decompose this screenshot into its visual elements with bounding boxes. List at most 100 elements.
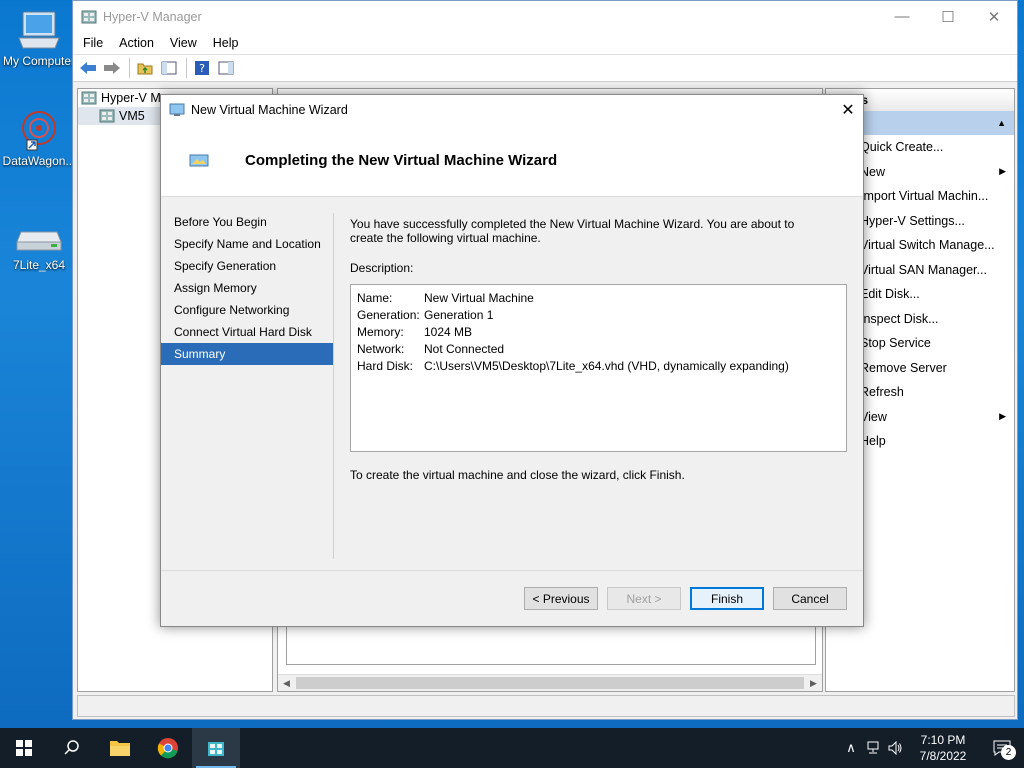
wizard-buttons: < Previous Next > Finish Cancel — [515, 587, 847, 610]
scroll-right-icon[interactable]: ▶ — [805, 675, 822, 692]
up-folder-icon[interactable] — [134, 57, 156, 79]
toolbar-separator — [186, 58, 187, 78]
finish-button[interactable]: Finish — [690, 587, 764, 610]
menu-view[interactable]: View — [162, 36, 205, 50]
menu-bar: File Action View Help — [73, 32, 1017, 54]
search-button[interactable] — [48, 728, 96, 768]
notification-badge: 2 — [1001, 745, 1016, 760]
chrome-icon — [157, 738, 178, 759]
action-label: View — [860, 409, 887, 424]
step-connect-virtual-hard-disk[interactable]: Connect Virtual Hard Disk — [161, 321, 333, 343]
hyperv-app-icon — [81, 9, 97, 25]
toolbar-separator — [129, 58, 130, 78]
menu-help[interactable]: Help — [205, 36, 247, 50]
action-label: Refresh — [860, 385, 904, 400]
desktop-icon-my-computer[interactable]: My Computer — [2, 8, 76, 68]
action-label: Inspect Disk... — [860, 311, 939, 326]
taskbar-file-explorer[interactable] — [96, 728, 144, 768]
action-center-button[interactable]: 2 — [980, 728, 1024, 768]
folder-icon — [110, 741, 130, 756]
step-assign-memory[interactable]: Assign Memory — [161, 277, 333, 299]
next-button[interactable]: Next > — [607, 587, 681, 610]
show-action-pane-icon[interactable] — [215, 57, 237, 79]
close-button[interactable]: ✕ — [971, 1, 1017, 32]
show-hidden-icons-chevron-icon[interactable]: ∧ — [840, 728, 862, 768]
desktop-icon-label: DataWagon... — [2, 154, 76, 168]
action-label: Quick Create... — [860, 140, 944, 155]
server-node-icon — [99, 108, 115, 124]
desc-row-generation: Generation: Generation 1 — [357, 306, 840, 323]
scrollbar-thumb[interactable] — [296, 677, 804, 689]
action-label: Remove Server — [860, 360, 947, 375]
step-summary[interactable]: Summary — [161, 343, 333, 365]
description-box: Name: New Virtual Machine Generation: Ge… — [350, 284, 847, 452]
desc-value: Generation 1 — [424, 307, 494, 322]
collapse-caret-icon[interactable]: ▲ — [997, 118, 1006, 128]
start-button[interactable] — [0, 728, 48, 768]
action-label: Edit Disk... — [860, 287, 920, 302]
desktop-icon-7lite[interactable]: 7Lite_x64 — [2, 222, 76, 272]
wizard-titlebar: New Virtual Machine Wizard ✕ — [161, 95, 863, 125]
clock-date: 7/8/2022 — [919, 749, 967, 763]
step-specify-generation[interactable]: Specify Generation — [161, 255, 333, 277]
desc-value: Not Connected — [424, 341, 505, 356]
wizard-title-icon — [169, 103, 185, 117]
volume-icon[interactable] — [884, 728, 906, 768]
help-icon[interactable]: ? — [191, 57, 213, 79]
drive-icon — [15, 222, 63, 256]
tree-item-label: VM5 — [119, 109, 145, 123]
step-specify-name-location[interactable]: Specify Name and Location — [161, 233, 333, 255]
action-label: Import Virtual Machin... — [860, 189, 989, 204]
step-before-you-begin[interactable]: Before You Begin — [161, 211, 333, 233]
hyperv-titlebar: Hyper-V Manager — ☐ ✕ — [73, 1, 1017, 32]
step-configure-networking[interactable]: Configure Networking — [161, 299, 333, 321]
forward-arrow-icon[interactable] — [101, 57, 123, 79]
desc-key: Memory: — [357, 324, 404, 339]
scroll-left-icon[interactable]: ◀ — [278, 675, 295, 692]
footer-divider — [161, 570, 863, 571]
desc-key: Name: — [357, 290, 393, 305]
show-tree-icon[interactable] — [158, 57, 180, 79]
wizard-content: You have successfully completed the New … — [350, 217, 850, 482]
windows-logo-icon — [16, 740, 32, 756]
system-tray: ∧ 7:10 PM 7/8/2022 2 — [840, 728, 1024, 768]
desc-key: Network: — [357, 341, 405, 356]
network-icon[interactable] — [862, 728, 884, 768]
desc-row-name: Name: New Virtual Machine — [357, 289, 840, 306]
desc-row-memory: Memory: 1024 MB — [357, 323, 840, 340]
svg-text:?: ? — [199, 62, 205, 75]
intro-text: You have successfully completed the New … — [350, 217, 795, 245]
desc-value: New Virtual Machine — [424, 290, 534, 305]
menu-file[interactable]: File — [75, 36, 111, 50]
desc-row-hard-disk: Hard Disk: C:\Users\VM5\Desktop\7Lite_x6… — [357, 357, 840, 374]
tree-item-label: Hyper-V M — [101, 91, 161, 105]
desktop: My Computer DataWagon... 7Lite_x64 Hyper… — [0, 0, 1024, 728]
window-title: Hyper-V Manager — [103, 9, 202, 24]
maximize-button[interactable]: ☐ — [925, 1, 971, 32]
taskbar-chrome[interactable] — [144, 728, 192, 768]
search-icon — [64, 740, 79, 755]
minimize-button[interactable]: — — [879, 1, 925, 32]
previous-button[interactable]: < Previous — [524, 587, 598, 610]
vm-monitor-icon — [189, 154, 209, 168]
submenu-arrow-icon: ▶ — [999, 411, 1006, 422]
desc-key: Hard Disk: — [357, 358, 414, 373]
desc-key: Generation: — [357, 307, 420, 322]
taskbar-hyperv-manager[interactable] — [192, 728, 240, 768]
menu-action[interactable]: Action — [111, 36, 162, 50]
back-arrow-icon[interactable] — [77, 57, 99, 79]
wizard-heading: Completing the New Virtual Machine Wizar… — [245, 152, 558, 169]
desc-value: 1024 MB — [424, 324, 473, 339]
horizontal-scrollbar[interactable]: ◀ ▶ — [278, 674, 822, 691]
desktop-icon-datawagon[interactable]: DataWagon... — [2, 108, 76, 168]
clock[interactable]: 7:10 PM 7/8/2022 — [906, 732, 980, 764]
toolbar: ? — [73, 54, 1017, 82]
wizard-close-button[interactable]: ✕ — [833, 95, 863, 125]
cancel-button[interactable]: Cancel — [773, 587, 847, 610]
clock-time: 7:10 PM — [920, 733, 966, 747]
desc-value: C:\Users\VM5\Desktop\7Lite_x64.vhd (VHD,… — [424, 358, 789, 373]
hyperv-node-icon — [81, 90, 97, 106]
description-label: Description: — [350, 261, 414, 275]
desktop-icon-label: 7Lite_x64 — [12, 258, 66, 272]
datawagon-shortcut-icon — [15, 108, 63, 152]
